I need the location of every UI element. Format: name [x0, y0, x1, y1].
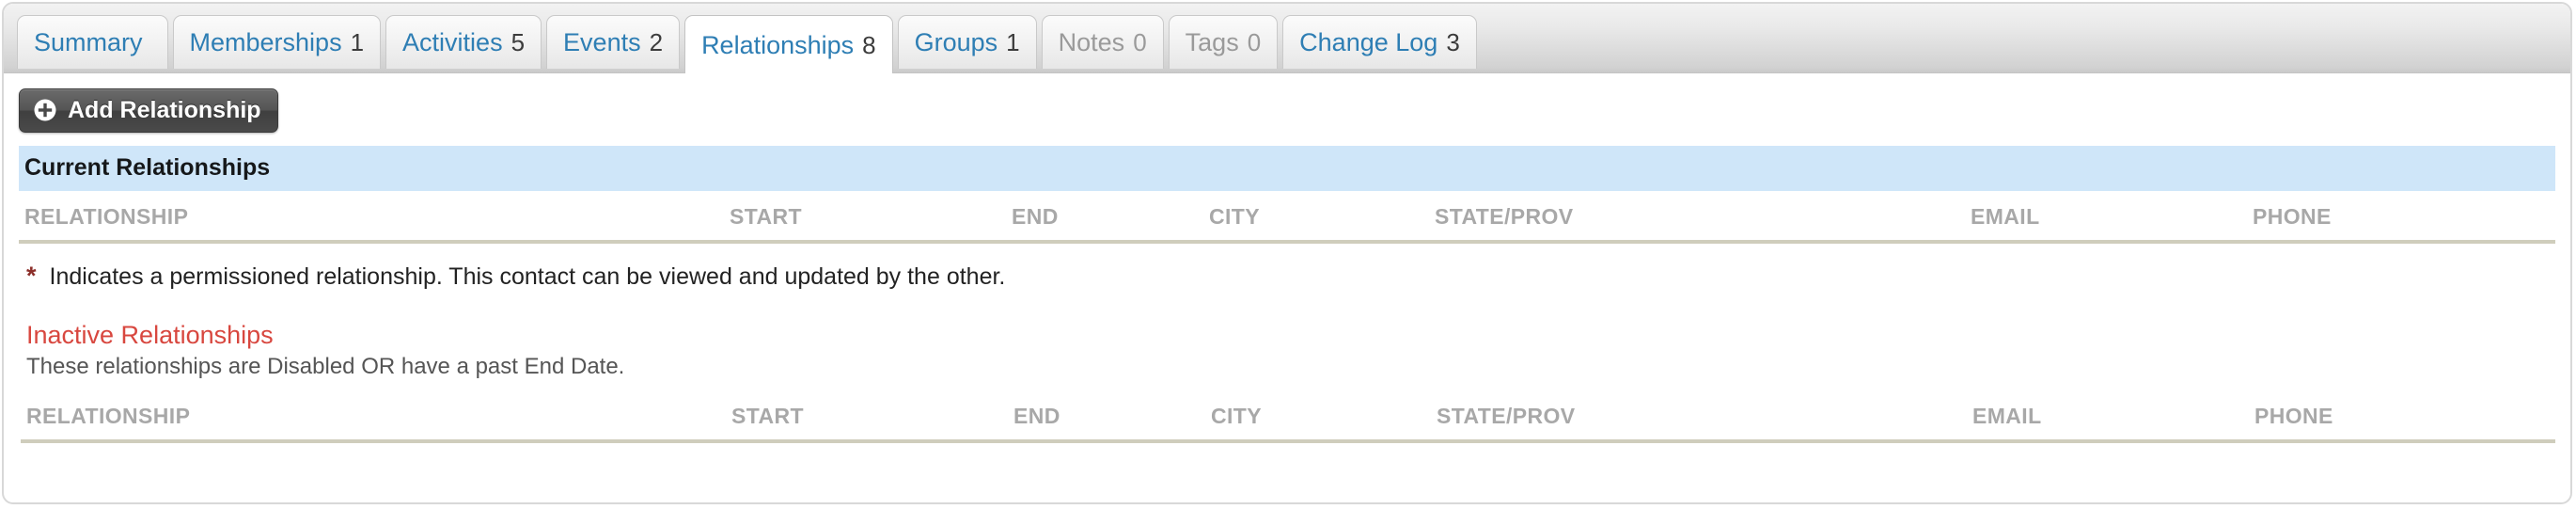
column-header-end[interactable]: END	[1006, 191, 1203, 245]
inactive-relationships-heading: Inactive Relationships	[26, 321, 274, 350]
panel-bottom-spacer	[21, 443, 2555, 486]
column-header-city[interactable]: CITY	[1203, 191, 1429, 245]
tab-notes[interactable]: Notes 0	[1041, 15, 1164, 69]
tab-relationships[interactable]: Relationships 8	[684, 15, 893, 73]
tab-events-count: 2	[649, 28, 664, 56]
tab-activities-count: 5	[510, 28, 526, 56]
tab-tags-count: 0	[1247, 28, 1262, 56]
inactive-column-header-start[interactable]: START	[726, 390, 1008, 444]
tab-groups-count: 1	[1006, 28, 1020, 56]
tab-memberships[interactable]: Memberships 1	[172, 15, 382, 69]
tab-memberships-label: Memberships	[189, 28, 342, 56]
inactive-column-header-end[interactable]: END	[1008, 390, 1205, 444]
inactive-column-header-email[interactable]: EMAIL	[1967, 390, 2249, 444]
column-header-email[interactable]: EMAIL	[1965, 191, 2247, 245]
add-relationship-label: Add Relationship	[68, 96, 261, 123]
inactive-column-header-relationship[interactable]: RELATIONSHIP	[21, 390, 726, 444]
tab-summary-label: Summary	[34, 28, 143, 56]
tab-activities-label: Activities	[402, 28, 503, 56]
column-header-phone[interactable]: PHONE	[2247, 191, 2555, 245]
contact-tab-bar: Summary Memberships 1 Activities 5 Event…	[4, 4, 2570, 73]
inactive-relationships-table: RELATIONSHIP START END CITY STATE/PROV E…	[21, 390, 2555, 444]
add-relationship-button[interactable]: Add Relationship	[19, 88, 278, 133]
toolbar: Add Relationship	[19, 73, 2555, 142]
tab-relationships-label: Relationships	[701, 31, 855, 59]
tab-relationships-count: 8	[862, 31, 876, 59]
inactive-table-header-row: RELATIONSHIP START END CITY STATE/PROV E…	[21, 390, 2555, 444]
inactive-column-header-city[interactable]: CITY	[1205, 390, 1431, 444]
tab-summary[interactable]: Summary	[17, 15, 168, 69]
tab-activities[interactable]: Activities 5	[385, 15, 542, 69]
tab-groups-label: Groups	[914, 28, 998, 56]
inactive-column-header-stateprov[interactable]: STATE/PROV	[1431, 390, 1967, 444]
inactive-relationships-section: Inactive Relationships These relationshi…	[19, 298, 2555, 486]
permissioned-footnote-text: Indicates a permissioned relationship. T…	[49, 263, 1006, 291]
current-table-header-row: RELATIONSHIP START END CITY STATE/PROV E…	[19, 191, 2555, 245]
relationships-body: Add Relationship Current Relationships R…	[4, 73, 2570, 487]
tab-change-log[interactable]: Change Log 3	[1282, 15, 1477, 69]
plus-circle-icon	[33, 98, 57, 122]
current-relationships-table: RELATIONSHIP START END CITY STATE/PROV E…	[19, 191, 2555, 245]
tab-tags[interactable]: Tags 0	[1168, 15, 1279, 69]
tab-groups[interactable]: Groups 1	[897, 15, 1037, 69]
tab-events[interactable]: Events 2	[546, 15, 681, 69]
inactive-column-header-phone[interactable]: PHONE	[2249, 390, 2555, 444]
column-header-start[interactable]: START	[724, 191, 1006, 245]
tab-change-log-label: Change Log	[1299, 28, 1438, 56]
tab-notes-count: 0	[1133, 28, 1147, 56]
page-root: Summary Memberships 1 Activities 5 Event…	[0, 0, 2576, 525]
column-header-stateprov[interactable]: STATE/PROV	[1429, 191, 1965, 245]
asterisk-marker: *	[26, 262, 37, 291]
column-header-relationship[interactable]: RELATIONSHIP	[19, 191, 724, 245]
current-relationships-heading: Current Relationships	[19, 146, 2555, 192]
inactive-relationships-description: These relationships are Disabled OR have…	[26, 354, 625, 380]
tab-notes-label: Notes	[1058, 28, 1125, 56]
permissioned-footnote: * Indicates a permissioned relationship. …	[19, 244, 2555, 298]
tab-tags-label: Tags	[1185, 28, 1239, 56]
relationships-panel: Summary Memberships 1 Activities 5 Event…	[2, 2, 2572, 504]
tab-memberships-count: 1	[350, 28, 365, 56]
tab-change-log-count: 3	[1446, 28, 1460, 56]
tab-events-label: Events	[563, 28, 641, 56]
